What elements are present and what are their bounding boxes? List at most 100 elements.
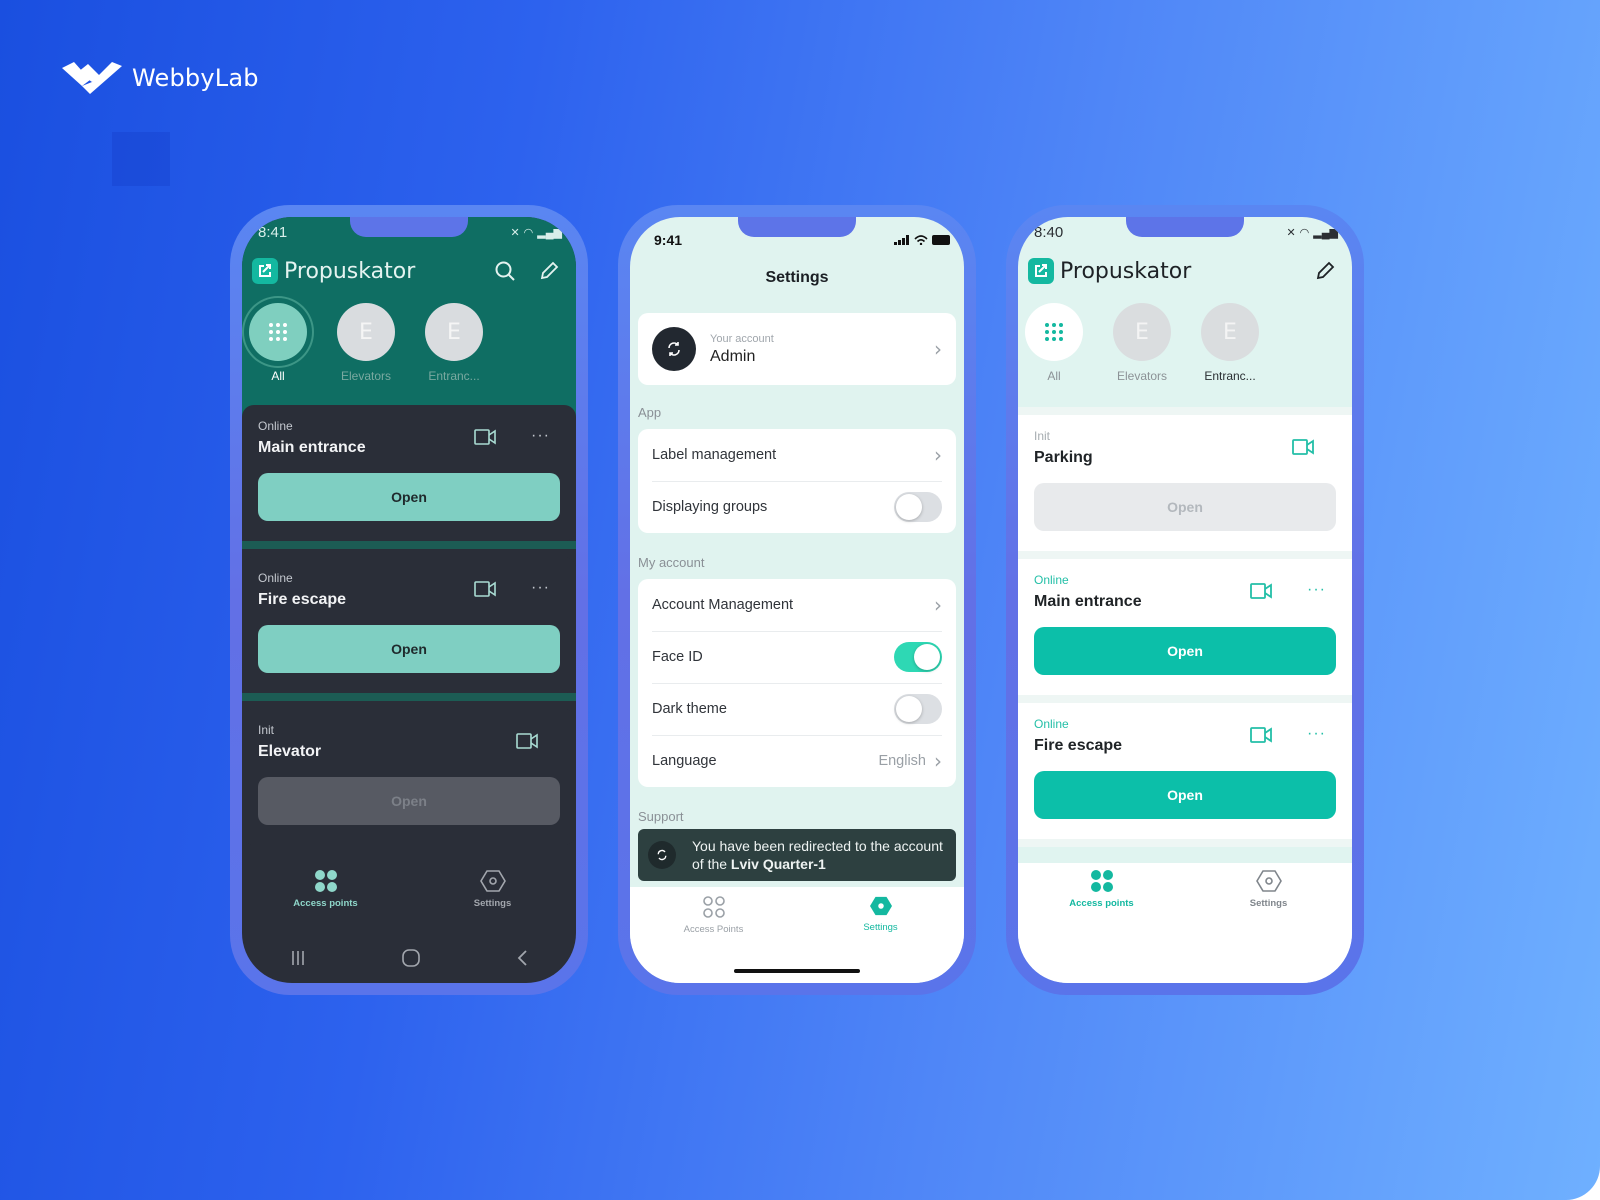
row-label: Displaying groups [652, 499, 768, 515]
wifi-icon: ◠ [523, 226, 534, 239]
tab-access-points[interactable]: Access points [1042, 869, 1162, 909]
section-header-support: Support [638, 809, 684, 824]
app-bar: Propuskator [1028, 255, 1338, 287]
chevron-right-icon: › [934, 593, 942, 617]
video-camera-icon[interactable] [1250, 583, 1272, 604]
access-point-name: Fire escape [1034, 737, 1123, 754]
access-point-card: Init Parking Open [1018, 415, 1352, 551]
phone-settings: 9:41 Settings Your account Admin › App L… [618, 205, 976, 995]
group-all[interactable]: All [248, 303, 308, 383]
row-label: Face ID [652, 649, 703, 665]
account-section: Your account Admin › [638, 313, 956, 385]
signal-icon: ▂▄▆ [537, 226, 562, 239]
tab-label: Settings [473, 898, 512, 909]
recent-apps-icon[interactable] [289, 949, 307, 972]
tab-label: Access points [1069, 898, 1134, 909]
group-label: Entranc... [428, 369, 480, 383]
group-filter: All E Elevators E Entranc... [1024, 303, 1352, 383]
open-button-disabled[interactable]: Open [1034, 483, 1336, 531]
access-point-name: Elevator [258, 743, 322, 760]
bottom-tab-bar: Access points Settings [1018, 869, 1352, 909]
account-row[interactable]: Your account Admin › [638, 313, 956, 385]
app-title: Propuskator [1060, 258, 1192, 284]
tab-settings[interactable]: Settings [433, 869, 553, 909]
edit-pencil-icon[interactable] [536, 258, 562, 284]
edit-pencil-icon[interactable] [1312, 258, 1338, 284]
group-all[interactable]: All [1024, 303, 1084, 383]
tab-access-points[interactable]: Access points [266, 869, 386, 909]
phone-notch [1126, 217, 1244, 237]
displaying-groups-toggle[interactable] [894, 492, 942, 522]
open-button[interactable]: Open [1034, 627, 1336, 675]
video-camera-icon[interactable] [474, 581, 496, 602]
group-initial: E [425, 303, 483, 361]
row-label: Language [652, 753, 717, 769]
toast-account-name: Lviv Quarter-1 [730, 856, 826, 872]
switch-account-icon [648, 841, 676, 869]
group-elevators[interactable]: E Elevators [336, 303, 396, 383]
label-management-row[interactable]: Label management › [638, 429, 956, 481]
group-label: All [1047, 369, 1061, 383]
settings-hexagon-icon [479, 870, 506, 892]
open-button[interactable]: Open [258, 625, 560, 673]
row-label: Account Management [652, 597, 794, 613]
dark-theme-toggle[interactable] [894, 694, 942, 724]
dark-theme-row: Dark theme [638, 683, 956, 735]
chevron-right-icon: › [934, 749, 942, 773]
background: WebbyLab 8:41 ✕ ◠ ▂▄▆ Propuskator All E … [0, 0, 1600, 1200]
phone-notch [738, 217, 856, 237]
section-header-app: App [638, 405, 662, 420]
decorative-block [112, 132, 170, 186]
open-button-disabled[interactable]: Open [258, 777, 560, 825]
app-bar: Propuskator [252, 255, 562, 287]
search-icon[interactable] [492, 258, 518, 284]
open-button[interactable]: Open [1034, 771, 1336, 819]
video-camera-icon[interactable] [1292, 439, 1314, 460]
displaying-groups-row: Displaying groups [638, 481, 956, 533]
video-camera-icon[interactable] [1250, 727, 1272, 748]
group-initial: E [1113, 303, 1171, 361]
language-row[interactable]: Language English › [638, 735, 956, 787]
phone-notch [350, 217, 468, 237]
group-elevators[interactable]: E Elevators [1112, 303, 1172, 383]
wifi-icon: ◠ [1299, 226, 1310, 239]
webbylab-logo-icon [62, 62, 122, 94]
access-point-name: Parking [1034, 449, 1093, 466]
group-entrances[interactable]: E Entranc... [1200, 303, 1260, 383]
group-initial: E [337, 303, 395, 361]
access-points-icon [1090, 870, 1113, 892]
back-icon[interactable] [515, 949, 529, 972]
app-section: Label management › Displaying groups [638, 429, 956, 533]
tab-label: Access Points [683, 924, 744, 935]
home-icon[interactable] [401, 948, 421, 972]
account-management-row[interactable]: Account Management › [638, 579, 956, 631]
android-nav-bar [242, 945, 576, 975]
more-options-icon[interactable]: ··· [531, 579, 550, 597]
access-point-card: Online Fire escape ··· Open [1018, 703, 1352, 839]
status-icons [894, 235, 952, 245]
tab-settings[interactable]: Settings [1209, 869, 1329, 909]
access-point-list: Online Main entrance ··· Open Online Fir… [242, 405, 576, 853]
status-time: 9:41 [654, 232, 683, 248]
status-label: Online [1034, 573, 1069, 587]
face-id-toggle[interactable] [894, 642, 942, 672]
status-time: 8:41 [258, 223, 288, 241]
my-account-section: Account Management › Face ID Dark theme … [638, 579, 956, 787]
more-options-icon[interactable]: ··· [531, 427, 550, 445]
more-options-icon[interactable]: ··· [1307, 725, 1326, 743]
phone-light-access-points: 8:40 ✕ ◠ ▂▄▆ Propuskator All E Elevators… [1006, 205, 1364, 995]
open-button[interactable]: Open [258, 473, 560, 521]
row-label: Dark theme [652, 701, 727, 717]
more-options-icon[interactable]: ··· [1307, 581, 1326, 599]
tab-settings[interactable]: Settings [821, 895, 941, 935]
video-camera-icon[interactable] [516, 733, 538, 754]
group-label: Elevators [1116, 369, 1168, 383]
grid-icon [249, 303, 307, 361]
page-title: Settings [765, 269, 829, 286]
settings-hexagon-icon [1255, 870, 1282, 892]
status-label: Init [258, 723, 275, 737]
tab-access-points[interactable]: Access Points [654, 895, 774, 935]
video-camera-icon[interactable] [474, 429, 496, 450]
home-indicator [734, 969, 860, 973]
group-entrances[interactable]: E Entranc... [424, 303, 484, 383]
